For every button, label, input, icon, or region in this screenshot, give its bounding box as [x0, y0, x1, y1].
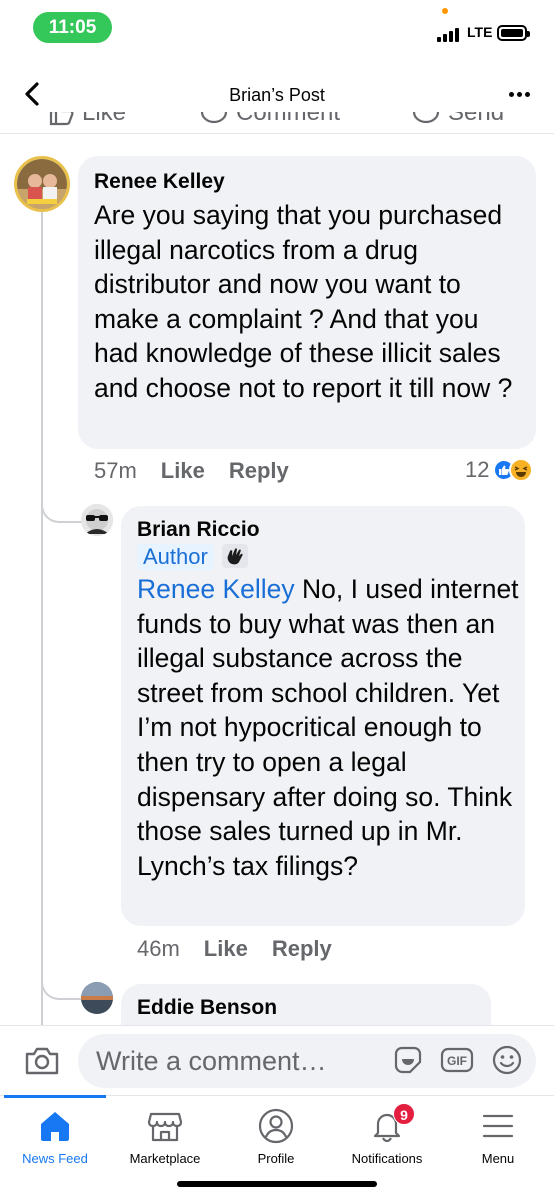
- home-icon: [41, 1112, 69, 1141]
- post-like-label: Like: [82, 112, 127, 126]
- wave-icon: [221, 544, 248, 568]
- camera-icon: [25, 1047, 59, 1075]
- mention-link[interactable]: Renee Kelley: [137, 574, 295, 604]
- reply-reply-button[interactable]: Reply: [272, 936, 332, 962]
- reaction-summary[interactable]: 12: [465, 457, 534, 483]
- reply-author[interactable]: Eddie Benson: [137, 996, 277, 1020]
- network-label: LTE: [467, 24, 493, 40]
- author-badge: Author: [137, 544, 214, 570]
- sticker-button[interactable]: [392, 1044, 424, 1081]
- comment-meta: 57m Like Reply: [94, 458, 313, 484]
- thread-connector: [41, 972, 83, 1000]
- tab-news-feed[interactable]: News Feed: [0, 1095, 110, 1176]
- profile-photo: [17, 159, 67, 209]
- comment-like-button[interactable]: Like: [161, 458, 205, 484]
- tab-label: Profile: [257, 1151, 295, 1166]
- profile-photo: [81, 982, 113, 1014]
- post-like-button[interactable]: Like: [48, 112, 126, 127]
- profile-photo: [81, 504, 113, 536]
- post-action-row: Like Comment Send: [0, 112, 554, 134]
- signal-icon: [437, 26, 463, 42]
- battery-icon: [497, 25, 530, 41]
- home-indicator: [177, 1181, 377, 1187]
- reply-text: Renee Kelley No, I used internet funds t…: [137, 572, 521, 883]
- reply-like-button[interactable]: Like: [204, 936, 248, 962]
- gif-button[interactable]: GIF: [440, 1044, 474, 1081]
- svg-text:GIF: GIF: [447, 1054, 467, 1068]
- reaction-count: 12: [465, 457, 490, 482]
- privacy-indicator-dot: [442, 8, 448, 14]
- menu-icon: [482, 1114, 514, 1138]
- dot-icon: [516, 91, 522, 97]
- comment-text: Are you saying that you purchased illega…: [94, 200, 513, 403]
- active-tab-indicator: [4, 1095, 106, 1098]
- reply-bubble[interactable]: Brian Riccio Author Renee Kelley No, I u…: [121, 506, 525, 926]
- more-options-button[interactable]: [504, 79, 534, 109]
- avatar-eddie-benson[interactable]: [81, 982, 113, 1014]
- notification-badge: 9: [393, 1103, 415, 1125]
- comment-reply-button[interactable]: Reply: [229, 458, 289, 484]
- tab-notifications[interactable]: 9 Notifications: [332, 1096, 442, 1176]
- messenger-icon: [412, 112, 440, 124]
- tab-label: Notifications: [351, 1151, 423, 1166]
- marketplace-icon: [147, 1112, 183, 1142]
- dot-icon: [508, 91, 514, 97]
- tab-label: News Feed: [22, 1151, 88, 1166]
- tab-marketplace[interactable]: Marketplace: [110, 1096, 220, 1176]
- reply-body-text: No, I used internet funds to buy what wa…: [137, 574, 519, 881]
- tab-menu[interactable]: Menu: [443, 1096, 553, 1176]
- dot-icon: [524, 91, 530, 97]
- tab-label: Marketplace: [129, 1151, 201, 1166]
- camera-button[interactable]: [24, 1046, 60, 1076]
- author-badge-row: Author: [137, 544, 248, 570]
- sticker-icon: [394, 1046, 422, 1074]
- status-bar: 11:05 LTE: [0, 0, 554, 60]
- reply-meta: 46m Like Reply: [137, 936, 356, 962]
- thumbs-up-icon: [49, 112, 74, 126]
- haha-reaction-icon: [509, 458, 534, 482]
- thread-connector: [41, 495, 83, 523]
- emoji-icon: [492, 1045, 522, 1075]
- reply-author[interactable]: Brian Riccio: [137, 518, 260, 542]
- avatar-brian-riccio[interactable]: [81, 504, 113, 536]
- status-time: 11:05: [33, 12, 112, 43]
- tab-label: Menu: [481, 1151, 515, 1166]
- profile-icon: [258, 1108, 294, 1144]
- avatar-renee-kelley[interactable]: [14, 156, 70, 212]
- comment-bubble[interactable]: Renee Kelley Are you saying that you pur…: [78, 156, 536, 449]
- comment-author[interactable]: Renee Kelley: [94, 170, 225, 194]
- tab-profile[interactable]: Profile: [221, 1096, 331, 1176]
- post-send-label: Send: [448, 112, 505, 126]
- thread-line: [41, 212, 43, 1025]
- comment-icon: [200, 112, 228, 124]
- post-send-button[interactable]: Send: [412, 112, 504, 127]
- post-comment-button[interactable]: Comment: [200, 112, 340, 127]
- gif-icon: GIF: [440, 1047, 474, 1073]
- post-comment-label: Comment: [236, 112, 341, 126]
- page-title: Brian’s Post: [229, 85, 325, 105]
- comment-timestamp: 57m: [94, 458, 137, 483]
- emoji-button[interactable]: [491, 1044, 523, 1081]
- reply-timestamp: 46m: [137, 936, 180, 961]
